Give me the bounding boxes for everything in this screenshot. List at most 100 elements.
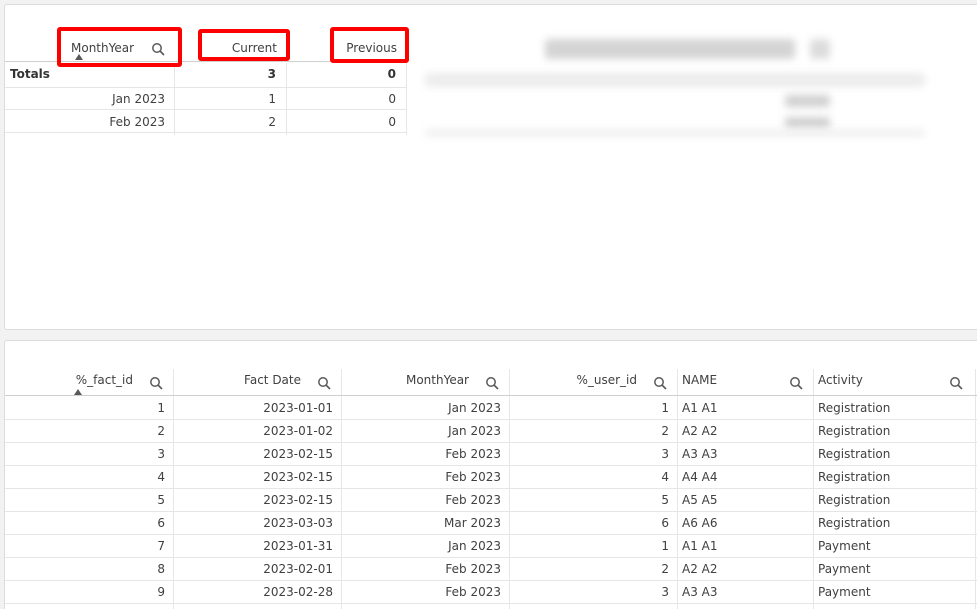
cell-user-id: 4 bbox=[661, 470, 669, 484]
pivot-table-panel: MonthYear Current Previous Totals 3 0 Ja… bbox=[4, 4, 977, 330]
cell-user-id: 3 bbox=[661, 447, 669, 461]
cell-user-id: 1 bbox=[661, 401, 669, 415]
cell-monthyear: Feb 2023 bbox=[445, 585, 501, 599]
search-icon[interactable] bbox=[949, 376, 963, 390]
cell-fact-id: 9 bbox=[157, 585, 165, 599]
cell-fact-id: 1 bbox=[157, 401, 165, 415]
search-icon[interactable] bbox=[151, 42, 165, 56]
header-fact-id[interactable]: %_fact_id bbox=[5, 373, 173, 393]
cell-fact-date: 2023-02-15 bbox=[263, 493, 333, 507]
table-row[interactable]: 9 2023-02-28 Feb 2023 3 A3 A3 Payment bbox=[5, 581, 977, 604]
cell-name: A2 A2 bbox=[682, 424, 718, 438]
header-fact-date[interactable]: Fact Date bbox=[173, 373, 341, 393]
table-row[interactable]: 7 2023-01-31 Jan 2023 1 A1 A1 Payment bbox=[5, 535, 977, 558]
cell-monthyear: Feb 2023 bbox=[445, 470, 501, 484]
cell-user-id: 2 bbox=[661, 562, 669, 576]
cell-user-id: 5 bbox=[661, 493, 669, 507]
cell-fact-date: 2023-02-28 bbox=[263, 585, 333, 599]
cell-user-id: 2 bbox=[661, 424, 669, 438]
header-user-id-label: %_user_id bbox=[576, 373, 637, 387]
table-row[interactable]: 8 2023-02-01 Feb 2023 2 A2 A2 Payment bbox=[5, 558, 977, 581]
row-divider bbox=[5, 603, 977, 604]
cell-fact-id: 6 bbox=[157, 516, 165, 530]
totals-current: 3 bbox=[267, 67, 276, 81]
cell-name: A1 A1 bbox=[682, 539, 718, 553]
blurred-row bbox=[425, 73, 925, 87]
cell-current: 2 bbox=[268, 115, 276, 129]
header-current[interactable]: Current bbox=[203, 41, 279, 59]
cell-activity: Registration bbox=[818, 470, 891, 484]
sort-ascending-icon bbox=[75, 54, 83, 60]
header-activity-label: Activity bbox=[818, 373, 863, 387]
table-row[interactable]: Feb 2023 2 0 bbox=[5, 110, 407, 133]
header-name-label: NAME bbox=[682, 373, 718, 387]
cell-name: A2 A2 bbox=[682, 562, 718, 576]
sort-ascending-icon bbox=[74, 389, 82, 395]
row-divider bbox=[5, 132, 407, 133]
cell-fact-date: 2023-01-02 bbox=[263, 424, 333, 438]
search-icon[interactable] bbox=[789, 376, 803, 390]
blurred-value bbox=[785, 117, 830, 129]
cell-fact-id: 8 bbox=[157, 562, 165, 576]
search-icon[interactable] bbox=[317, 376, 331, 390]
cell-monthyear: Feb 2023 bbox=[109, 115, 165, 129]
straight-table-panel: %_fact_id Fact Date MonthYear %_user_id NAME… bbox=[4, 340, 977, 609]
search-icon[interactable] bbox=[149, 376, 163, 390]
cell-fact-date: 2023-01-31 bbox=[263, 539, 333, 553]
cell-fact-id: 7 bbox=[157, 539, 165, 553]
cell-monthyear: Mar 2023 bbox=[444, 516, 501, 530]
cell-previous: 0 bbox=[388, 115, 396, 129]
table-row[interactable]: 6 2023-03-03 Mar 2023 6 A6 A6 Registration bbox=[5, 512, 977, 535]
blurred-value bbox=[785, 95, 830, 107]
cell-name: A3 A3 bbox=[682, 447, 718, 461]
blurred-row bbox=[425, 129, 925, 137]
table-row[interactable]: 4 2023-02-15 Feb 2023 4 A4 A4 Registration bbox=[5, 466, 977, 489]
table-row[interactable]: 5 2023-02-15 Feb 2023 5 A5 A5 Registration bbox=[5, 489, 977, 512]
cell-fact-id: 3 bbox=[157, 447, 165, 461]
table-row[interactable]: 3 2023-02-15 Feb 2023 3 A3 A3 Registration bbox=[5, 443, 977, 466]
header-previous[interactable]: Previous bbox=[335, 41, 399, 59]
table-row[interactable]: 2 2023-01-02 Jan 2023 2 A2 A2 Registration bbox=[5, 420, 977, 443]
header-monthyear-label: MonthYear bbox=[405, 373, 469, 387]
cell-activity: Payment bbox=[818, 585, 871, 599]
cell-activity: Registration bbox=[818, 493, 891, 507]
cell-fact-id: 2 bbox=[157, 424, 165, 438]
cell-monthyear: Jan 2023 bbox=[448, 539, 501, 553]
header-monthyear-label: MonthYear bbox=[71, 41, 135, 55]
totals-label: Totals bbox=[10, 67, 50, 81]
cell-activity: Registration bbox=[818, 516, 891, 530]
table-row[interactable]: Jan 2023 1 0 bbox=[5, 87, 407, 110]
header-monthyear[interactable]: MonthYear bbox=[341, 373, 509, 393]
header-name[interactable]: NAME bbox=[677, 373, 813, 393]
cell-fact-id: 4 bbox=[157, 470, 165, 484]
cell-fact-id: 5 bbox=[157, 493, 165, 507]
cell-activity: Registration bbox=[818, 401, 891, 415]
cell-activity: Payment bbox=[818, 539, 871, 553]
cell-fact-date: 2023-02-01 bbox=[263, 562, 333, 576]
cell-fact-date: 2023-02-15 bbox=[263, 447, 333, 461]
header-fact-id-label: %_fact_id bbox=[75, 373, 133, 387]
cell-monthyear: Jan 2023 bbox=[448, 401, 501, 415]
cell-name: A1 A1 bbox=[682, 401, 718, 415]
cell-user-id: 1 bbox=[661, 539, 669, 553]
cell-monthyear: Feb 2023 bbox=[445, 447, 501, 461]
header-activity[interactable]: Activity bbox=[813, 373, 973, 393]
cell-fact-date: 2023-03-03 bbox=[263, 516, 333, 530]
cell-current: 1 bbox=[268, 92, 276, 106]
cell-user-id: 6 bbox=[661, 516, 669, 530]
cell-user-id: 3 bbox=[661, 585, 669, 599]
blurred-icon bbox=[810, 39, 830, 59]
header-user-id[interactable]: %_user_id bbox=[509, 373, 677, 393]
cell-name: A5 A5 bbox=[682, 493, 718, 507]
cell-monthyear: Feb 2023 bbox=[445, 562, 501, 576]
table-row[interactable]: 1 2023-01-01 Jan 2023 1 A1 A1 Registration bbox=[5, 397, 977, 420]
header-previous-label: Previous bbox=[346, 41, 397, 55]
cell-name: A3 A3 bbox=[682, 585, 718, 599]
totals-previous: 0 bbox=[387, 67, 396, 81]
search-icon[interactable] bbox=[653, 376, 667, 390]
header-current-label: Current bbox=[231, 41, 277, 55]
cell-name: A6 A6 bbox=[682, 516, 718, 530]
cell-name: A4 A4 bbox=[682, 470, 718, 484]
search-icon[interactable] bbox=[485, 376, 499, 390]
cell-monthyear: Feb 2023 bbox=[445, 493, 501, 507]
